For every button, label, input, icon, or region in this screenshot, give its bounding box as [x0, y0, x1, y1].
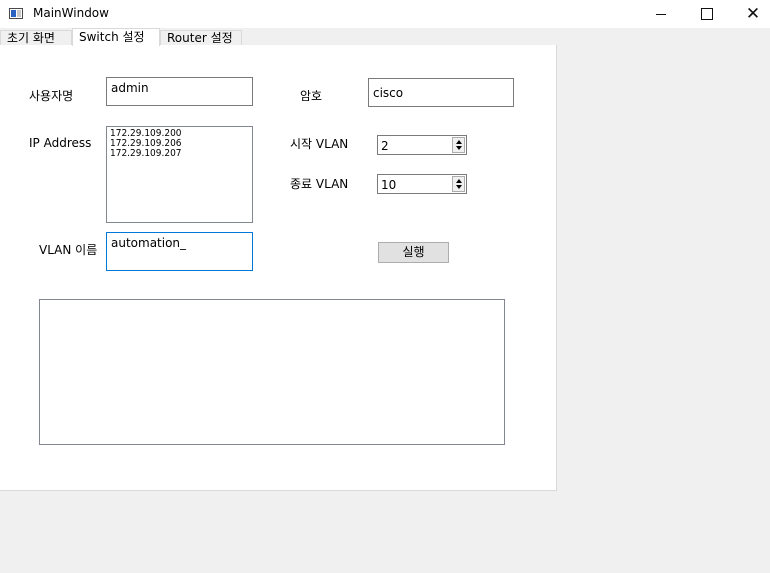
maximize-button[interactable]	[684, 0, 730, 28]
close-icon: ✕	[745, 3, 761, 24]
window-title: MainWindow	[33, 6, 109, 20]
password-label: 암호	[300, 89, 323, 103]
username-input[interactable]: admin	[106, 77, 253, 106]
ip-address-textarea[interactable]: 172.29.109.200 172.29.109.206 172.29.109…	[106, 126, 253, 223]
spin-up-icon[interactable]	[456, 140, 462, 144]
username-label: 사용자명	[29, 89, 74, 103]
end-vlan-label: 종료 VLAN	[290, 177, 349, 191]
end-vlan-stepper[interactable]	[452, 176, 465, 192]
minimize-icon	[656, 13, 666, 15]
minimize-button[interactable]	[638, 0, 684, 28]
start-vlan-spinbox[interactable]: 2	[377, 135, 467, 155]
app-window-icon	[9, 8, 23, 19]
tab-router-settings[interactable]: Router 설정	[160, 30, 242, 45]
start-vlan-value: 2	[381, 139, 389, 153]
vlan-name-label: VLAN 이름	[39, 243, 98, 257]
vlan-name-input[interactable]: automation_	[106, 232, 253, 271]
run-button[interactable]: 실행	[378, 242, 449, 263]
end-vlan-spinbox[interactable]: 10	[377, 174, 467, 194]
switch-settings-panel: 사용자명 admin 암호 cisco IP Address 172.29.10…	[0, 45, 557, 491]
ip-line: 172.29.109.207	[110, 148, 182, 159]
spin-down-icon[interactable]	[456, 146, 462, 150]
spin-down-icon[interactable]	[456, 185, 462, 189]
tab-home[interactable]: 초기 화면	[0, 30, 72, 45]
output-textarea[interactable]	[39, 299, 505, 445]
ip-address-label: IP Address	[29, 136, 92, 150]
start-vlan-label: 시작 VLAN	[290, 137, 349, 151]
close-button[interactable]: ✕	[730, 0, 770, 28]
title-bar: MainWindow ✕	[0, 0, 770, 28]
spin-up-icon[interactable]	[456, 179, 462, 183]
password-input[interactable]: cisco	[368, 78, 514, 107]
tab-switch-settings[interactable]: Switch 설정	[72, 28, 160, 46]
end-vlan-value: 10	[381, 178, 397, 192]
start-vlan-stepper[interactable]	[452, 137, 465, 153]
maximize-icon	[701, 8, 713, 20]
